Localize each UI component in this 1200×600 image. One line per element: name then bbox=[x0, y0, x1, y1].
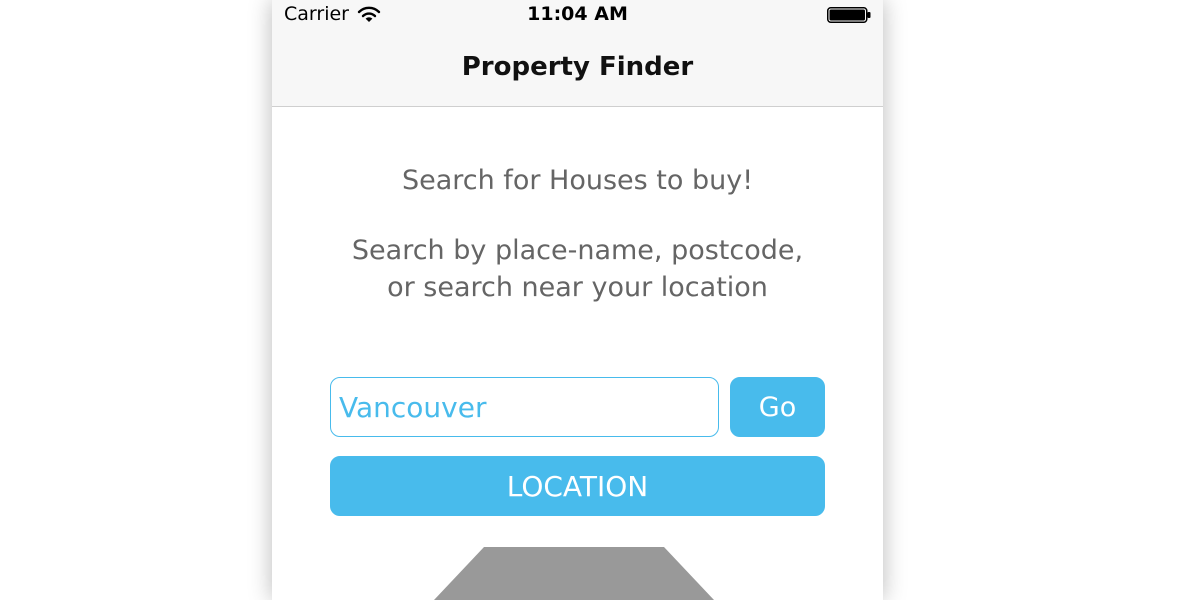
page: Carrier 11:04 AM Property Finder Search … bbox=[0, 0, 1200, 600]
house-icon bbox=[434, 547, 714, 600]
go-button[interactable]: Go bbox=[730, 377, 825, 437]
status-bar: Carrier 11:04 AM bbox=[272, 0, 883, 30]
status-time: 11:04 AM bbox=[527, 3, 628, 25]
description-heading: Search for Houses to buy! bbox=[401, 165, 754, 196]
battery-icon bbox=[827, 7, 871, 23]
navigation-bar: Property Finder bbox=[272, 30, 883, 107]
page-title: Property Finder bbox=[461, 52, 694, 82]
phone-screen: Carrier 11:04 AM Property Finder Search … bbox=[272, 0, 883, 600]
location-button[interactable]: LOCATION bbox=[330, 456, 825, 516]
description-instructions: Search by place-name, postcode, or searc… bbox=[351, 235, 804, 303]
search-input[interactable] bbox=[330, 377, 719, 437]
